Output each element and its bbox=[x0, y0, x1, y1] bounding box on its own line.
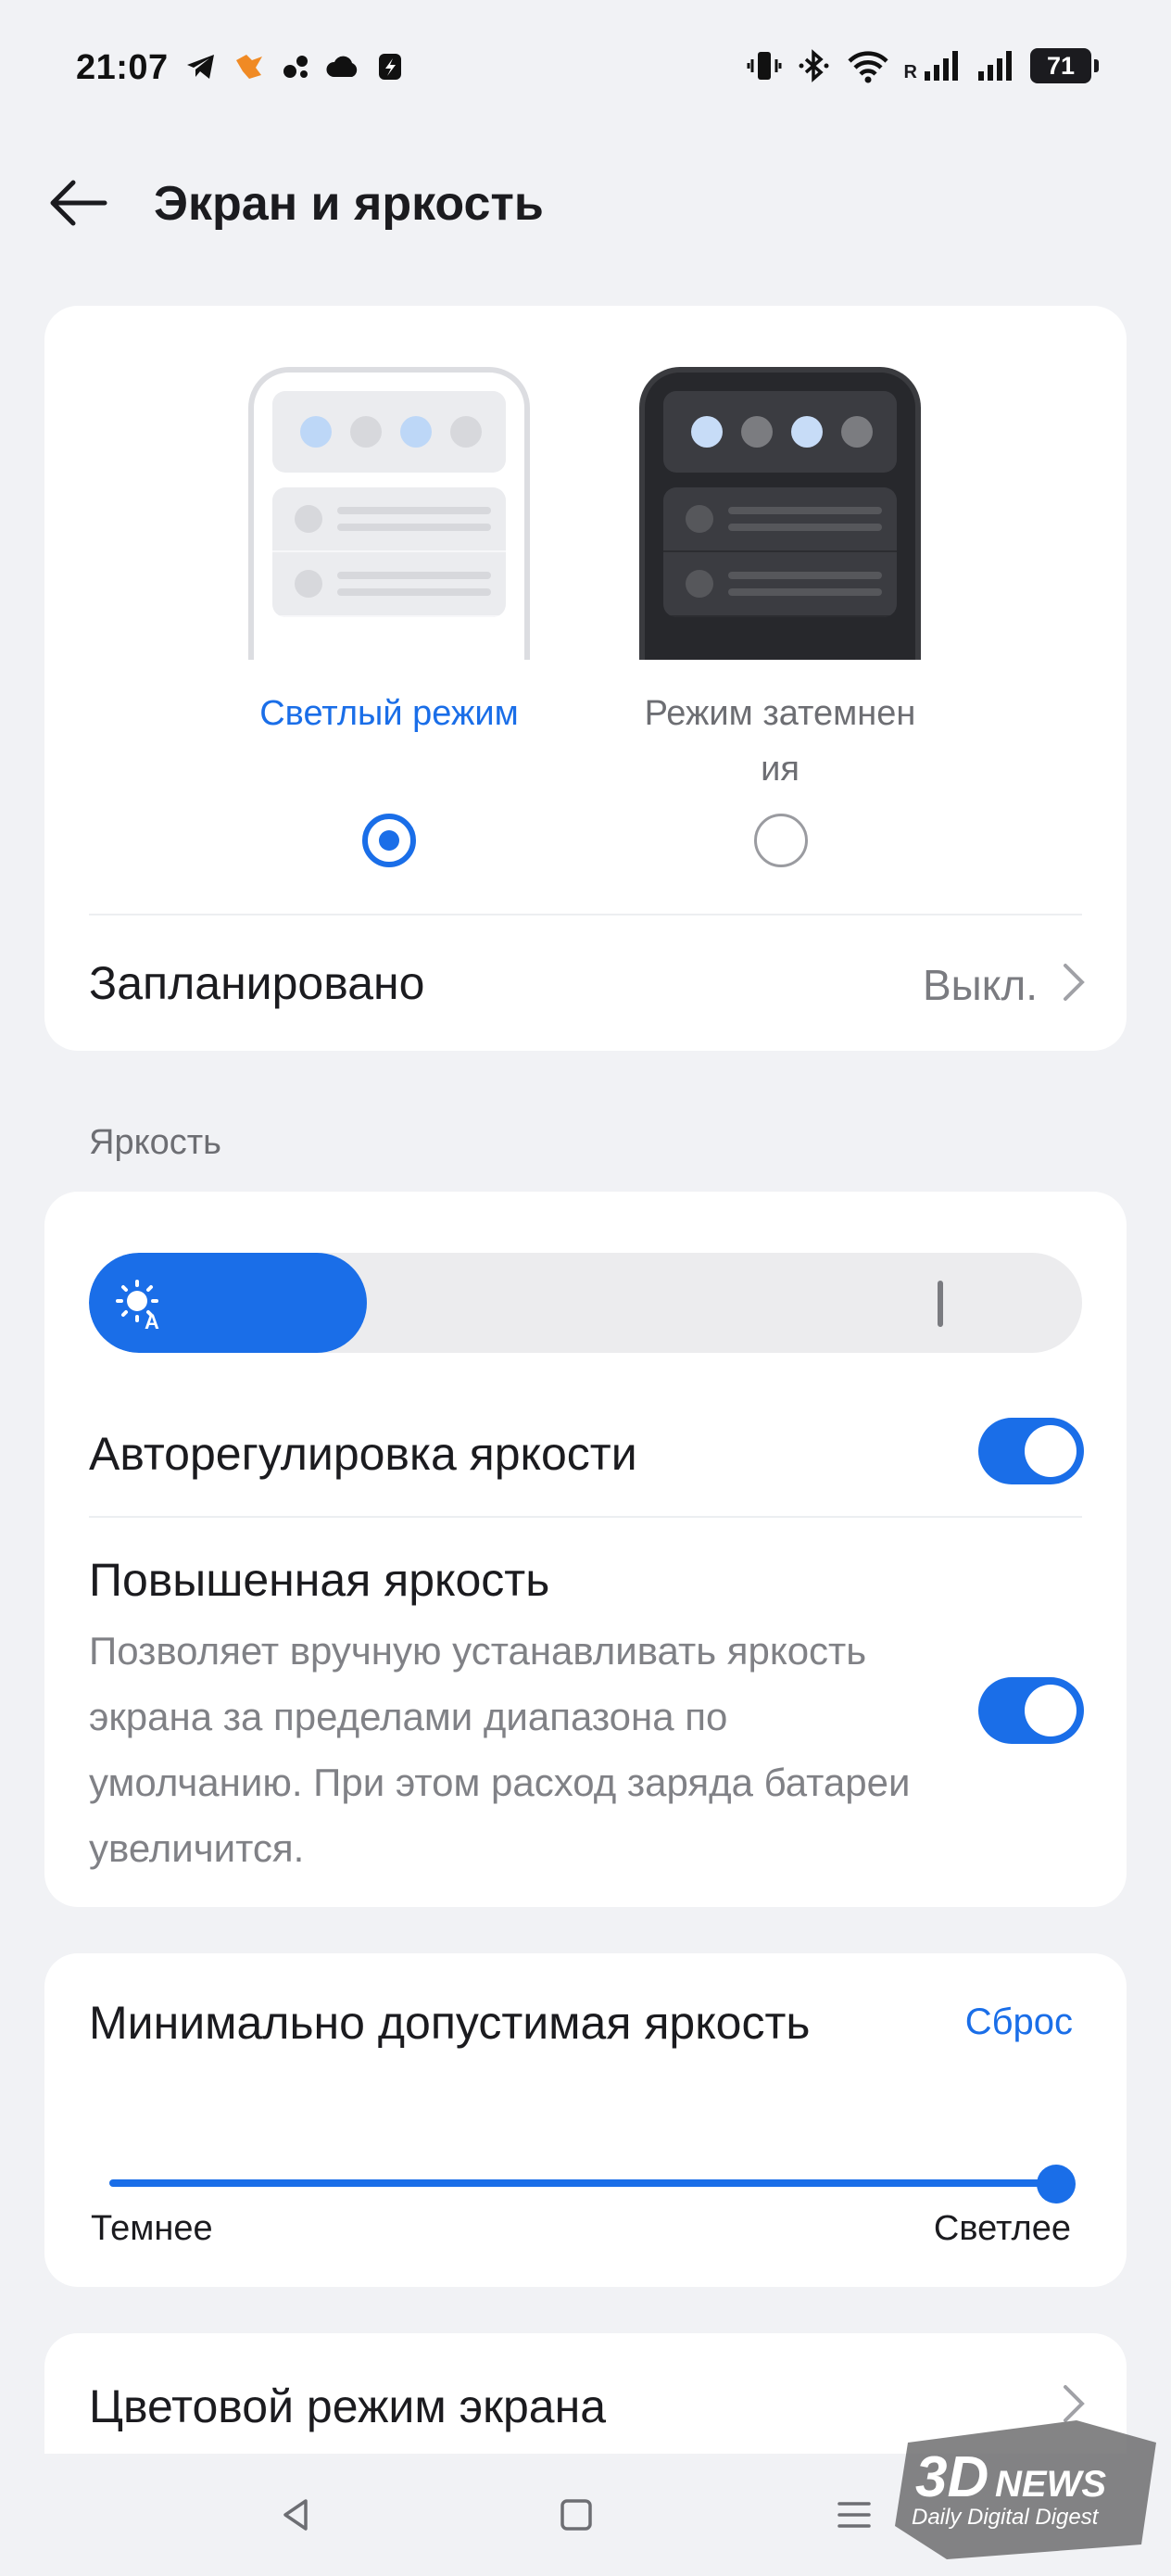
status-time: 21:07 bbox=[76, 48, 169, 87]
auto-brightness-icon: A bbox=[116, 1280, 159, 1332]
boost-brightness-description: Позволяет вручную устанавливать яркость … bbox=[89, 1629, 911, 1870]
svg-text:3D: 3D bbox=[915, 2445, 988, 2509]
battery-level: 71 bbox=[1046, 51, 1076, 80]
3dnews-watermark-logo: 3D NEWS Daily Digital Digest bbox=[895, 2420, 1156, 2559]
svg-text:A: A bbox=[145, 1310, 159, 1332]
system-icons: R 71 bbox=[747, 48, 1099, 83]
home-square-icon bbox=[560, 2499, 592, 2531]
slider-thumb[interactable] bbox=[1037, 2165, 1076, 2203]
status-bar: 21:07 R 71 bbox=[0, 0, 1171, 139]
gear-dots-icon bbox=[283, 56, 308, 78]
chevron-right-icon bbox=[1064, 964, 1085, 1001]
auto-brightness-toggle[interactable] bbox=[978, 1418, 1084, 1484]
brightness-default-mark bbox=[938, 1281, 943, 1327]
light-mode-preview[interactable] bbox=[248, 367, 530, 660]
dark-mode-label-line1: Режим затемнен bbox=[644, 694, 916, 733]
scheduled-value: Выкл. bbox=[922, 961, 1038, 1009]
boost-brightness-toggle[interactable] bbox=[978, 1677, 1084, 1744]
back-arrow-icon bbox=[50, 180, 107, 226]
light-mode-radio[interactable] bbox=[362, 814, 416, 867]
brightness-card: A Авторегулировка яркости Повышенная ярк… bbox=[44, 1192, 1127, 1907]
nav-back-button[interactable] bbox=[269, 2487, 324, 2543]
nav-home-button[interactable] bbox=[548, 2487, 604, 2543]
menu-lines-icon bbox=[837, 2502, 871, 2528]
dark-mode-radio[interactable] bbox=[754, 814, 808, 867]
auto-brightness-label: Авторегулировка яркости bbox=[89, 1428, 637, 1480]
telegram-icon bbox=[187, 55, 214, 79]
page-title: Экран и яркость bbox=[154, 177, 544, 231]
dark-mode-label: Режим затемнен ия bbox=[604, 686, 956, 797]
brightness-section-label: Яркость bbox=[89, 1123, 221, 1162]
theme-card: Светлый режим Режим затемнен ия Запланир… bbox=[44, 306, 1127, 1051]
min-brightness-title: Минимально допустимая яркость bbox=[89, 1997, 811, 2049]
brighter-label: Светлее bbox=[933, 2209, 1071, 2248]
darker-label: Темнее bbox=[91, 2209, 213, 2248]
wifi-icon bbox=[847, 51, 888, 83]
nav-menu-button[interactable] bbox=[826, 2487, 882, 2543]
signal-icon-2 bbox=[978, 51, 1012, 81]
roaming-indicator: R bbox=[903, 61, 917, 82]
app-icon-2 bbox=[379, 54, 401, 80]
dark-mode-preview[interactable] bbox=[639, 367, 921, 660]
svg-text:NEWS: NEWS bbox=[995, 2464, 1106, 2505]
notification-icons bbox=[185, 52, 404, 82]
brightness-slider[interactable]: A bbox=[89, 1253, 1082, 1353]
app-icon bbox=[236, 55, 262, 79]
slider-fill bbox=[109, 2179, 1056, 2187]
scheduled-row[interactable]: Запланировано Выкл. bbox=[44, 917, 1127, 1051]
back-button[interactable] bbox=[41, 170, 115, 235]
reset-button[interactable]: Сброс bbox=[965, 2001, 1073, 2043]
min-brightness-card: Минимально допустимая яркость Сброс Темн… bbox=[44, 1953, 1127, 2287]
back-triangle-icon bbox=[283, 2499, 308, 2531]
min-brightness-slider[interactable] bbox=[109, 2165, 1076, 2203]
dark-mode-label-line2: ия bbox=[761, 750, 800, 789]
vibrate-icon bbox=[747, 52, 782, 80]
bluetooth-icon bbox=[799, 49, 829, 82]
svg-text:Daily Digital Digest: Daily Digital Digest bbox=[912, 2505, 1100, 2530]
battery-indicator: 71 bbox=[1030, 48, 1099, 83]
cloud-icon bbox=[326, 56, 358, 77]
scheduled-label: Запланировано bbox=[89, 957, 425, 1009]
divider bbox=[89, 1516, 1082, 1518]
signal-icon bbox=[925, 51, 958, 81]
divider bbox=[89, 914, 1082, 915]
light-mode-label: Светлый режим bbox=[259, 694, 519, 733]
color-mode-label: Цветовой режим экрана bbox=[89, 2380, 607, 2432]
boost-brightness-label: Повышенная яркость bbox=[89, 1554, 550, 1606]
app-header: Экран и яркость bbox=[0, 158, 1171, 250]
